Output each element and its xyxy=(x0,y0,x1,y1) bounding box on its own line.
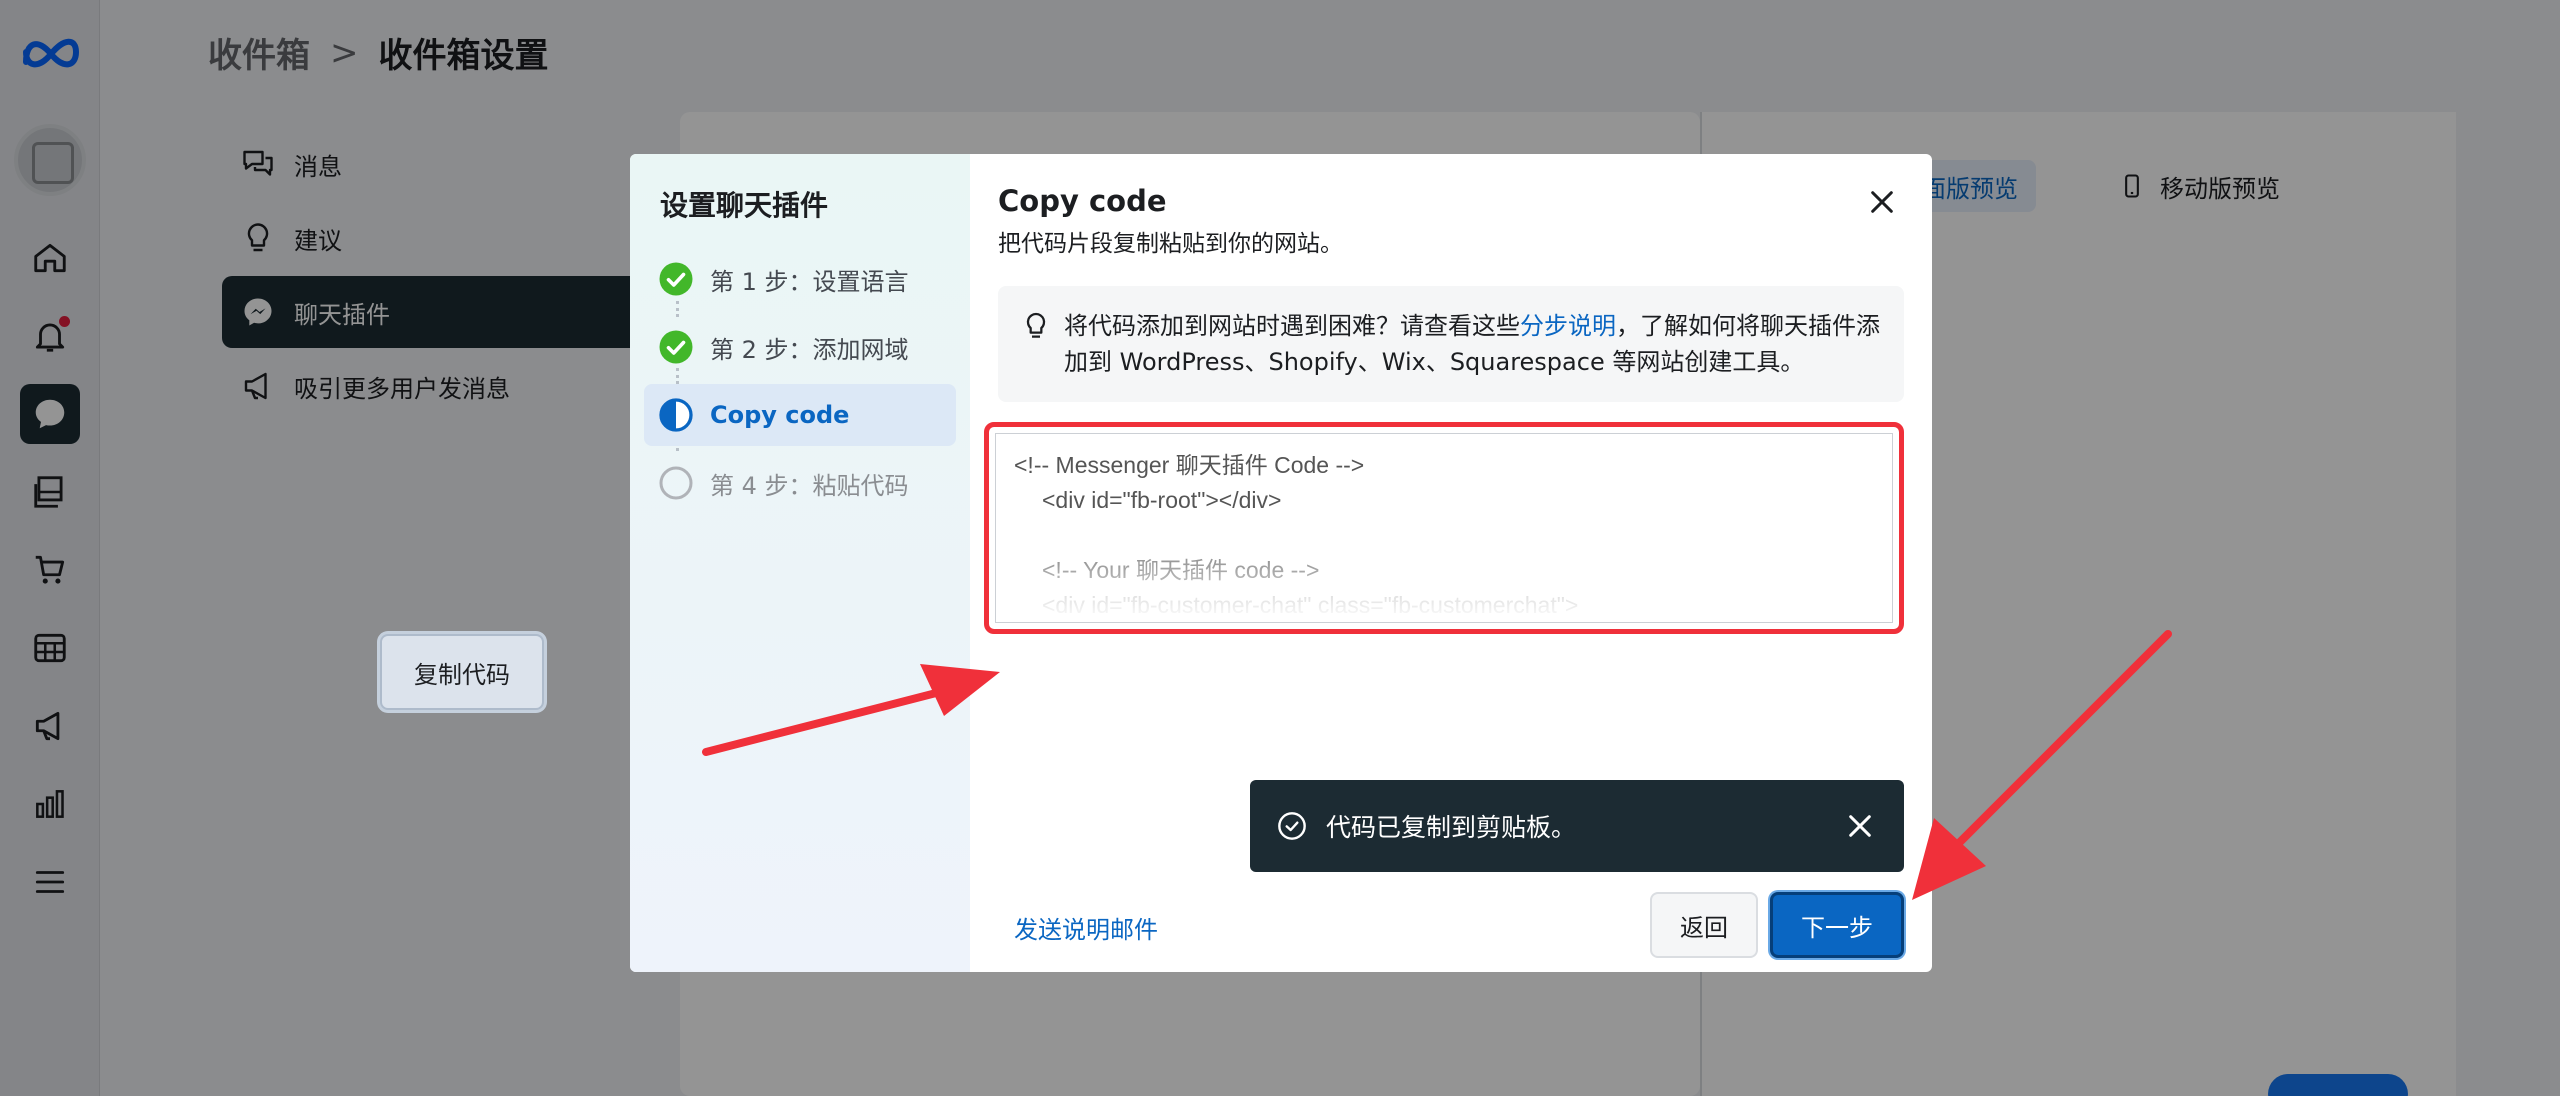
copy-code-button[interactable]: 复制代码 xyxy=(380,634,544,710)
dialog-title: 设置聊天插件 xyxy=(660,189,829,222)
toast-message: 代码已复制到剪贴板。 xyxy=(1326,813,1577,842)
setup-steps-panel: 设置聊天插件 第 1 步：设置语言 第 2 步：添加网域 Copy code 第… xyxy=(630,154,970,972)
check-circle-outline-icon xyxy=(1278,812,1306,840)
close-icon xyxy=(1871,191,1893,213)
send-instructions-email-link[interactable]: 发送说明邮件 xyxy=(1014,910,1158,945)
code-line: <!-- Messenger 聊天插件 Code --> xyxy=(1014,452,1365,478)
code-snippet-textarea[interactable]: <!-- Messenger 聊天插件 Code --> <div id="fb… xyxy=(995,433,1893,623)
step-instructions-link[interactable]: 分步说明 xyxy=(1520,312,1616,340)
back-button[interactable]: 返回 xyxy=(1650,892,1758,958)
empty-circle-icon xyxy=(659,466,693,500)
code-line: <!-- Your 聊天插件 code --> xyxy=(1042,557,1320,583)
step-label: 第 4 步：粘贴代码 xyxy=(710,471,909,500)
tip-text-before: 将代码添加到网站时遇到困难？请查看这些 xyxy=(1064,312,1520,340)
step-4-paste-code[interactable]: 第 4 步：粘贴代码 xyxy=(644,452,956,514)
code-line: <div id="fb-root"></div> xyxy=(1042,487,1282,513)
help-tip: 将代码添加到网站时遇到困难？请查看这些分步说明，了解如何将聊天插件添加到 Wor… xyxy=(998,286,1904,402)
close-button[interactable] xyxy=(1862,182,1902,222)
code-highlight-box: <!-- Messenger 聊天插件 Code --> <div id="fb… xyxy=(984,422,1904,634)
step-1-set-language[interactable]: 第 1 步：设置语言 xyxy=(644,248,956,310)
dialog-subheading: 把代码片段复制粘贴到你的网站。 xyxy=(998,231,1343,257)
copied-toast: 代码已复制到剪贴板。 xyxy=(1250,780,1904,872)
check-circle-icon xyxy=(659,262,693,296)
step-label: Copy code xyxy=(710,401,850,429)
close-icon xyxy=(1849,815,1871,837)
step-2-add-domain[interactable]: 第 2 步：添加网域 xyxy=(644,316,956,378)
half-circle-progress-icon xyxy=(659,398,693,432)
next-button[interactable]: 下一步 xyxy=(1770,892,1904,958)
step-label: 第 1 步：设置语言 xyxy=(710,267,909,296)
check-circle-icon xyxy=(659,330,693,364)
step-label: 第 2 步：添加网域 xyxy=(710,335,909,364)
code-line: <div id="fb-customer-chat" class="fb-cus… xyxy=(1042,592,1579,618)
lightbulb-icon xyxy=(1026,312,1046,338)
dialog-heading: Copy code xyxy=(998,184,1167,218)
step-3-copy-code[interactable]: Copy code xyxy=(644,384,956,446)
toast-close-button[interactable] xyxy=(1842,808,1878,844)
